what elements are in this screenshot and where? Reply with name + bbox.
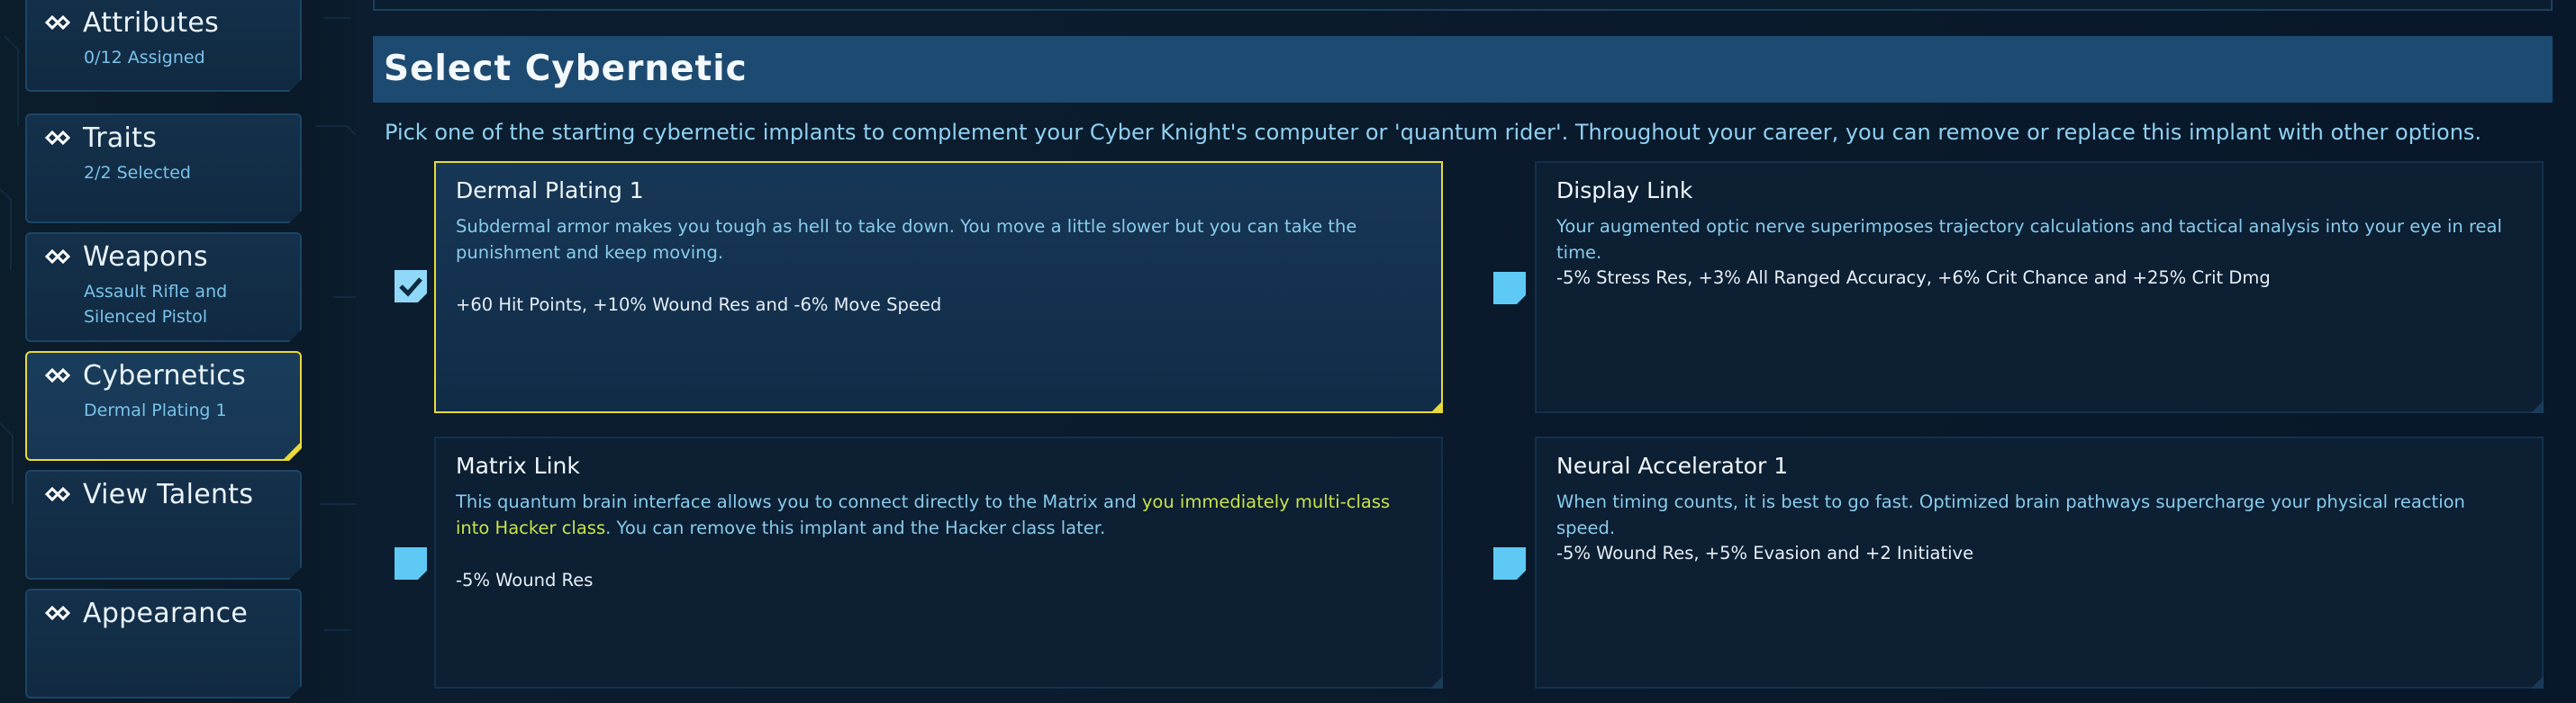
sidebar-item-label: Cybernetics xyxy=(83,360,247,392)
sidebar-item-subtitle: Assault Rifle and xyxy=(84,282,228,302)
sidebar-item-view-talents[interactable]: View Talents xyxy=(25,470,302,580)
card-title: Dermal Plating 1 xyxy=(456,177,644,203)
section-header: Select Cybernetic xyxy=(373,36,2553,103)
chain-link-icon xyxy=(45,130,76,146)
cybernetic-card-neural-accelerator[interactable]: Neural Accelerator 1 When timing counts,… xyxy=(1535,437,2544,689)
card-stats: -5% Wound Res, +5% Evasion and +2 Initia… xyxy=(1556,543,1974,563)
sidebar-item-subtitle: 2/2 Selected xyxy=(84,163,191,183)
card-corner xyxy=(2531,676,2544,689)
cybernetic-checkbox-display-link[interactable] xyxy=(1493,272,1526,304)
card-description: Your augmented optic nerve superimposes … xyxy=(1556,216,2502,263)
cybernetic-card-dermal-plating[interactable]: Dermal Plating 1 Subdermal armor makes y… xyxy=(434,161,1443,413)
cybernetic-checkbox-dermal-plating[interactable] xyxy=(395,270,427,302)
page-title: Select Cybernetic xyxy=(384,49,748,89)
card-description-part: This quantum brain interface allows you … xyxy=(456,491,1142,512)
sidebar-item-label: Attributes xyxy=(83,7,220,39)
cybernetic-card-matrix-link[interactable]: Matrix Link This quantum brain interface… xyxy=(434,437,1443,689)
chain-link-icon xyxy=(45,367,76,383)
sidebar-item-label: Appearance xyxy=(83,598,249,629)
chain-link-icon xyxy=(45,248,76,265)
card-title: Display Link xyxy=(1556,177,1693,203)
card-title: Neural Accelerator 1 xyxy=(1556,453,1789,479)
cybernetic-card-display-link[interactable]: Display Link Your augmented optic nerve … xyxy=(1535,161,2544,413)
sidebar-item-attributes[interactable]: Attributes 0/12 Assigned xyxy=(25,0,302,92)
cybernetic-checkbox-matrix-link[interactable] xyxy=(395,547,427,580)
previous-section-edge xyxy=(373,0,2553,11)
sidebar-item-subtitle: 0/12 Assigned xyxy=(84,48,205,68)
card-corner xyxy=(1430,401,1443,413)
active-corner-marker xyxy=(284,443,300,459)
main-panel: Select Cybernetic Pick one of the starti… xyxy=(373,0,2553,703)
card-corner xyxy=(2531,401,2544,413)
card-description: When timing counts, it is best to go fas… xyxy=(1556,491,2465,538)
chain-link-icon xyxy=(45,605,76,621)
sidebar: Attributes 0/12 Assigned Traits 2/2 Sele… xyxy=(25,0,304,703)
sidebar-item-subtitle-line2: Silenced Pistol xyxy=(84,307,208,327)
sidebar-item-traits[interactable]: Traits 2/2 Selected xyxy=(25,113,302,223)
sidebar-item-cybernetics[interactable]: Cybernetics Dermal Plating 1 xyxy=(25,351,302,461)
card-description: This quantum brain interface allows you … xyxy=(456,489,1429,541)
card-stats: -5% Stress Res, +3% All Ranged Accuracy,… xyxy=(1556,267,2271,288)
sidebar-item-weapons[interactable]: Weapons Assault Rifle and Silenced Pisto… xyxy=(25,232,302,342)
cybernetic-checkbox-neural-accelerator[interactable] xyxy=(1493,547,1526,580)
sidebar-item-label: View Talents xyxy=(83,479,254,510)
sidebar-item-subtitle: Dermal Plating 1 xyxy=(84,401,227,420)
chain-link-icon xyxy=(45,486,76,502)
chain-link-icon xyxy=(45,14,76,31)
sidebar-item-label: Traits xyxy=(83,122,158,154)
card-title: Matrix Link xyxy=(456,453,580,479)
card-description-part: . You can remove this implant and the Ha… xyxy=(605,518,1106,538)
card-corner xyxy=(1430,676,1443,689)
card-stats: +60 Hit Points, +10% Wound Res and -6% M… xyxy=(456,294,942,315)
checkmark-icon xyxy=(399,277,422,297)
sidebar-item-appearance[interactable]: Appearance xyxy=(25,589,302,698)
section-description: Pick one of the starting cybernetic impl… xyxy=(385,120,2482,145)
character-creation-screen: Attributes 0/12 Assigned Traits 2/2 Sele… xyxy=(0,0,2576,703)
card-stats: -5% Wound Res xyxy=(456,570,594,590)
card-description: Subdermal armor makes you tough as hell … xyxy=(456,216,1357,263)
sidebar-item-label: Weapons xyxy=(83,241,208,273)
